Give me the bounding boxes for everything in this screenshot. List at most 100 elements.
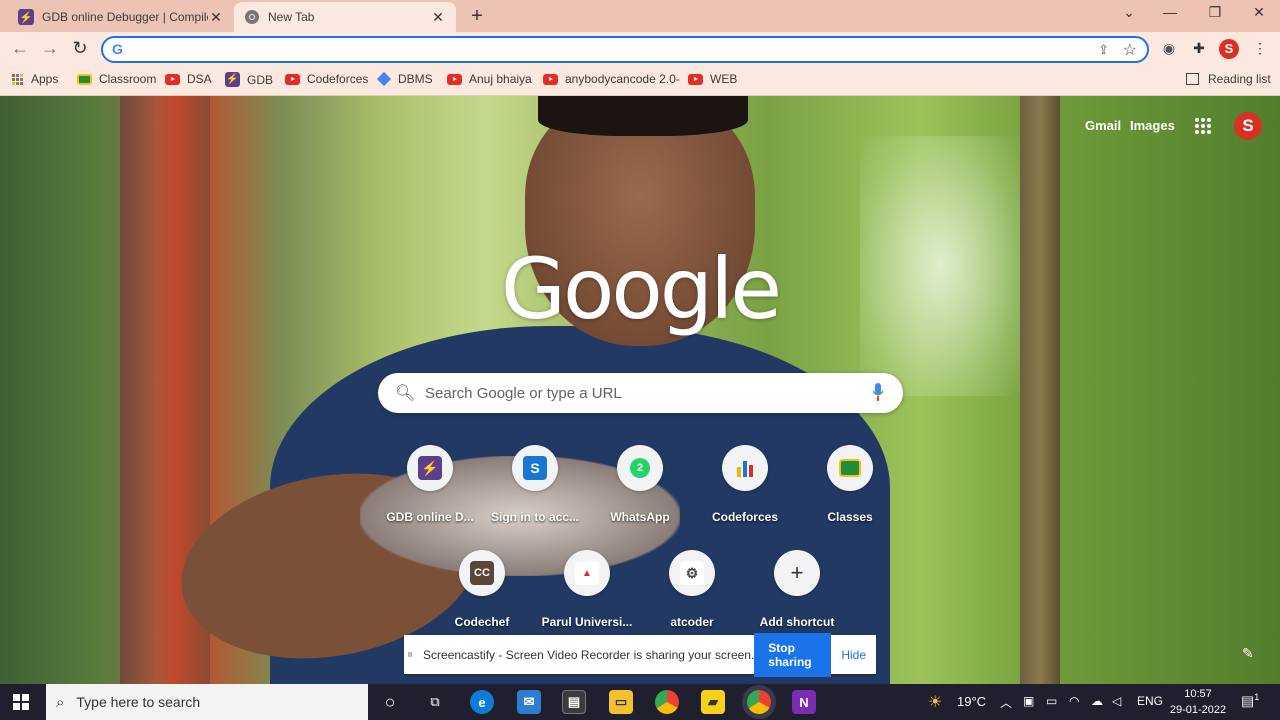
tab-new-tab[interactable]: New Tab ✕ <box>234 2 456 32</box>
taskbar: ⌕ Type here to search ○ ⧉ e ✉ ▤ ▭ ▰ N ☀ … <box>0 684 1280 720</box>
customize-pencil-icon[interactable]: ✎ <box>1242 645 1254 662</box>
wifi-icon[interactable]: ◠ <box>1069 694 1079 708</box>
volume-icon[interactable]: ◁ <box>1112 694 1121 708</box>
clock[interactable]: 10:57 29-01-2022 <box>1168 686 1228 718</box>
maximize-button[interactable]: ❐ <box>1200 4 1230 21</box>
close-icon[interactable]: ✕ <box>208 9 224 26</box>
search-icon: 🔍︎ <box>395 385 416 402</box>
microphone-icon[interactable] <box>872 383 884 401</box>
reload-button[interactable]: ↻ <box>69 38 91 59</box>
classroom-icon <box>77 73 92 85</box>
menu-icon[interactable]: ⋮ <box>1250 40 1270 57</box>
weather-icon[interactable]: ☀ <box>928 692 942 712</box>
bookmark-anybodycancode[interactable]: anybodycancode 2.0- <box>543 72 680 86</box>
parul-icon: ▲ <box>575 561 599 585</box>
youtube-icon <box>285 73 300 85</box>
windows-start-icon[interactable] <box>13 694 29 710</box>
search-input[interactable] <box>425 379 845 407</box>
chrome-icon[interactable] <box>655 690 679 714</box>
bookmark-label: anybodycancode 2.0- <box>565 72 680 86</box>
diamond-icon <box>376 71 392 87</box>
bookmark-apps[interactable]: Apps <box>12 72 58 86</box>
add-shortcut[interactable]: + Add shortcut <box>741 550 853 629</box>
camera-icon[interactable]: ◉ <box>1159 40 1179 57</box>
taskbar-search[interactable]: ⌕ Type here to search <box>46 684 368 720</box>
extensions-icon[interactable]: ✚ <box>1189 40 1209 57</box>
hide-button[interactable]: Hide <box>841 648 866 662</box>
tab-strip: ⚡ GDB online Debugger | Compiler ✕ New T… <box>0 0 1280 32</box>
bookmark-dbms[interactable]: DBMS <box>376 71 433 87</box>
youtube-icon <box>543 73 558 85</box>
chrome-active-icon[interactable] <box>747 690 771 714</box>
shortcut-whatsapp[interactable]: 2 WhatsApp <box>584 445 696 524</box>
bookmark-label: Anuj bhaiya <box>469 72 532 86</box>
shortcut-atcoder[interactable]: ⚙ atcoder <box>636 550 748 629</box>
chevron-down-icon[interactable]: ⌄ <box>1114 4 1144 21</box>
bookmark-label: DSA <box>187 72 212 86</box>
google-apps-icon[interactable] <box>1195 118 1211 134</box>
bookmark-label: GDB <box>247 72 274 87</box>
images-link[interactable]: Images <box>1130 118 1175 133</box>
language-indicator[interactable]: ENG <box>1137 694 1163 708</box>
profile-avatar[interactable]: S <box>1219 39 1239 59</box>
tab-title: GDB online Debugger | Compiler <box>42 10 208 24</box>
shortcut-sign-in[interactable]: S Sign in to acc... <box>479 445 591 524</box>
meet-now-icon[interactable]: ▣ <box>1023 694 1034 708</box>
bookmark-web[interactable]: WEB <box>688 72 737 86</box>
address-bar[interactable]: G ⇪ ☆ <box>101 36 1149 63</box>
file-explorer-icon[interactable]: ▭ <box>609 690 633 714</box>
cortana-icon[interactable]: ○ <box>378 690 402 714</box>
chevron-up-icon[interactable]: ︿ <box>1000 694 1012 711</box>
share-icon[interactable]: ⇪ <box>1098 42 1109 58</box>
gmail-link[interactable]: Gmail <box>1085 118 1121 133</box>
bookmark-dsa[interactable]: DSA <box>165 72 212 86</box>
stop-sharing-button[interactable]: Stop sharing <box>754 632 832 677</box>
edge-icon[interactable]: e <box>470 690 494 714</box>
mail-icon[interactable]: ✉ <box>517 690 541 714</box>
search-box[interactable]: 🔍︎ <box>378 373 903 413</box>
gdb-icon: ⚡ <box>18 9 34 25</box>
shortcut-gdb[interactable]: ⚡ GDB online D... <box>374 445 486 524</box>
clock-time: 10:57 <box>1184 688 1212 700</box>
tab-gdb[interactable]: ⚡ GDB online Debugger | Compiler ✕ <box>8 2 234 32</box>
temperature[interactable]: 19°C <box>957 694 986 709</box>
youtube-icon <box>688 73 703 85</box>
shortcut-label: Codeforces <box>711 510 779 524</box>
bookmark-gdb[interactable]: ⚡ GDB <box>225 72 273 87</box>
bookmark-anuj-bhaiya[interactable]: Anuj bhaiya <box>447 72 532 86</box>
minimize-button[interactable]: — <box>1155 4 1185 20</box>
drag-handle-icon[interactable]: ⏸ <box>404 647 416 662</box>
reading-list-label: Reading list <box>1208 72 1271 86</box>
gdb-icon: ⚡ <box>225 72 240 87</box>
bookmark-label: Codeforces <box>307 72 369 86</box>
close-window-button[interactable]: ✕ <box>1244 4 1274 21</box>
clock-date: 29-01-2022 <box>1169 704 1227 716</box>
cloud-icon[interactable]: ☁ <box>1091 694 1103 708</box>
new-tab-button[interactable]: + <box>466 5 488 27</box>
shortcut-codechef[interactable]: CC Codechef <box>426 550 538 629</box>
account-avatar[interactable]: S <box>1234 112 1262 140</box>
back-button[interactable]: ← <box>9 38 31 59</box>
bookmark-codeforces[interactable]: Codeforces <box>285 72 368 86</box>
classroom-icon <box>839 459 861 477</box>
star-icon[interactable]: ☆ <box>1123 40 1137 60</box>
bookmark-label: Apps <box>31 72 59 86</box>
background-image <box>1020 96 1060 684</box>
sticky-notes-icon[interactable]: ▰ <box>701 690 725 714</box>
reading-list-icon <box>1186 73 1199 85</box>
shortcut-label: Sign in to acc... <box>490 510 579 524</box>
close-icon[interactable]: ✕ <box>430 9 446 26</box>
battery-icon[interactable]: ▭ <box>1046 694 1057 708</box>
reading-list[interactable]: Reading list <box>1186 72 1271 86</box>
shortcut-label: Parul Universi... <box>541 615 633 629</box>
notification-icon[interactable]: ▤1 <box>1241 692 1259 710</box>
codeforces-icon <box>737 459 753 477</box>
bookmark-classroom[interactable]: Classroom <box>77 72 156 86</box>
forward-button[interactable]: → <box>39 38 61 59</box>
onenote-icon[interactable]: N <box>792 690 816 714</box>
shortcut-parul-university[interactable]: ▲ Parul Universi... <box>531 550 643 629</box>
task-view-icon[interactable]: ⧉ <box>423 690 447 714</box>
store-icon[interactable]: ▤ <box>562 690 586 714</box>
shortcut-codeforces[interactable]: Codeforces <box>689 445 801 524</box>
shortcut-classes[interactable]: Classes <box>794 445 906 524</box>
